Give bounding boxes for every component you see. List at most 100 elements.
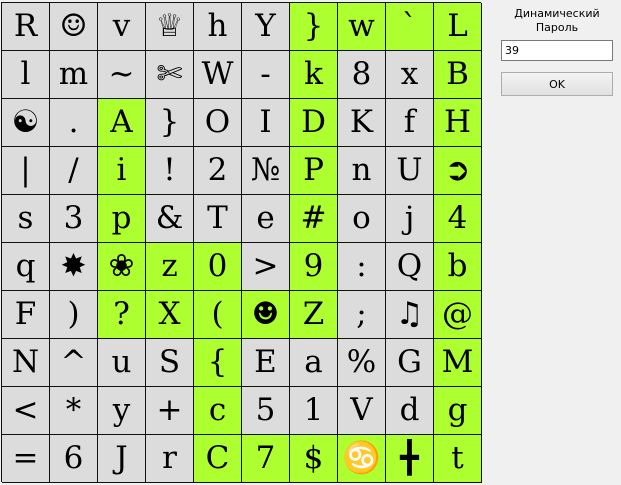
grid-cell-percent[interactable]: % [338, 339, 386, 387]
grid-cell-colon[interactable]: : [338, 243, 386, 291]
grid-cell-digit-2[interactable]: 2 [194, 147, 242, 195]
grid-cell-letter-r[interactable]: R [2, 3, 50, 51]
grid-cell-at-sign[interactable]: @ [434, 291, 482, 339]
grid-cell-digit-0[interactable]: 0 [194, 243, 242, 291]
grid-cell-letter-g[interactable]: G [386, 339, 434, 387]
grid-cell-letter-i[interactable]: I [242, 99, 290, 147]
grid-cell-slash[interactable]: / [50, 147, 98, 195]
grid-cell-letter-l[interactable]: L [434, 3, 482, 51]
grid-cell-question-mark[interactable]: ? [98, 291, 146, 339]
grid-cell-digit-6[interactable]: 6 [50, 435, 98, 483]
grid-cell-exclamation[interactable]: ! [146, 147, 194, 195]
grid-cell-letter-w-upper[interactable]: W [194, 51, 242, 99]
grid-cell-dollar[interactable]: $ [290, 435, 338, 483]
grid-cell-digit-8[interactable]: 8 [338, 51, 386, 99]
grid-cell-cancer-sign-icon[interactable]: ♋ [338, 435, 386, 483]
grid-cell-letter-m[interactable]: m [50, 51, 98, 99]
grid-cell-caret[interactable]: ^ [50, 339, 98, 387]
grid-cell-cross-icon[interactable]: ╋ [386, 435, 434, 483]
grid-cell-letter-v[interactable]: v [98, 3, 146, 51]
grid-cell-period[interactable]: . [50, 99, 98, 147]
grid-cell-letter-y[interactable]: Y [242, 3, 290, 51]
grid-cell-flower-icon[interactable]: ❀ [98, 243, 146, 291]
grid-cell-pipe[interactable]: | [2, 147, 50, 195]
grid-cell-right-brace[interactable]: } [290, 3, 338, 51]
grid-cell-letter-u[interactable]: U [386, 147, 434, 195]
grid-cell-letter-n[interactable]: n [338, 147, 386, 195]
grid-cell-black-smiley-icon[interactable]: ☻ [242, 291, 290, 339]
grid-cell-letter-t[interactable]: T [194, 195, 242, 243]
grid-cell-letter-r-lower[interactable]: r [146, 435, 194, 483]
grid-cell-letter-q[interactable]: q [2, 243, 50, 291]
grid-cell-letter-k[interactable]: k [290, 51, 338, 99]
grid-cell-letter-d-lower[interactable]: d [386, 387, 434, 435]
grid-cell-digit-4[interactable]: 4 [434, 195, 482, 243]
grid-cell-letter-c[interactable]: c [194, 387, 242, 435]
grid-cell-letter-o-lower[interactable]: o [338, 195, 386, 243]
grid-cell-hash[interactable]: # [290, 195, 338, 243]
grid-cell-letter-x-upper[interactable]: X [146, 291, 194, 339]
grid-cell-digit-9[interactable]: 9 [290, 243, 338, 291]
grid-cell-asterisk[interactable]: * [50, 387, 98, 435]
grid-cell-letter-z[interactable]: z [146, 243, 194, 291]
grid-cell-letter-g-lower[interactable]: g [434, 387, 482, 435]
grid-cell-letter-f[interactable]: f [386, 99, 434, 147]
grid-cell-letter-i-lower[interactable]: i [98, 147, 146, 195]
grid-cell-less-than[interactable]: < [2, 387, 50, 435]
grid-cell-letter-t-lower[interactable]: t [434, 435, 482, 483]
grid-cell-semicolon[interactable]: ; [338, 291, 386, 339]
grid-cell-letter-e-upper[interactable]: E [242, 339, 290, 387]
grid-cell-music-note-icon[interactable]: ♫ [386, 291, 434, 339]
grid-cell-letter-e[interactable]: e [242, 195, 290, 243]
grid-cell-equals[interactable]: = [2, 435, 50, 483]
grid-cell-letter-p-lower[interactable]: p [98, 195, 146, 243]
grid-cell-digit-1[interactable]: 1 [290, 387, 338, 435]
grid-cell-tilde[interactable]: ~ [98, 51, 146, 99]
grid-cell-letter-u-lower[interactable]: u [98, 339, 146, 387]
grid-cell-greater-than[interactable]: > [242, 243, 290, 291]
grid-cell-letter-a[interactable]: A [98, 99, 146, 147]
grid-cell-letter-c-upper[interactable]: C [194, 435, 242, 483]
grid-cell-arrow-circle-icon[interactable]: ➲ [434, 147, 482, 195]
grid-cell-letter-b-lower[interactable]: b [434, 243, 482, 291]
grid-cell-digit-7[interactable]: 7 [242, 435, 290, 483]
grid-cell-letter-k-upper[interactable]: K [338, 99, 386, 147]
grid-cell-plus[interactable]: + [146, 387, 194, 435]
grid-cell-letter-b[interactable]: B [434, 51, 482, 99]
grid-cell-smiley-icon[interactable]: ☺ [50, 3, 98, 51]
grid-cell-letter-v-upper[interactable]: V [338, 387, 386, 435]
password-input[interactable] [501, 40, 613, 61]
grid-cell-left-brace[interactable]: { [194, 339, 242, 387]
grid-cell-backtick[interactable]: ` [386, 3, 434, 51]
grid-cell-letter-o[interactable]: O [194, 99, 242, 147]
grid-cell-letter-s-upper[interactable]: S [146, 339, 194, 387]
grid-cell-crown-icon[interactable]: ♕ [146, 3, 194, 51]
grid-cell-letter-s[interactable]: s [2, 195, 50, 243]
grid-cell-letter-a-lower[interactable]: a [290, 339, 338, 387]
ok-button[interactable]: OK [501, 72, 613, 96]
grid-cell-hyphen[interactable]: - [242, 51, 290, 99]
grid-cell-digit-5[interactable]: 5 [242, 387, 290, 435]
grid-cell-star-burst-icon[interactable]: ✸ [50, 243, 98, 291]
grid-cell-letter-n-upper[interactable]: N [2, 339, 50, 387]
grid-cell-numero-sign[interactable]: № [242, 147, 290, 195]
grid-cell-letter-y-lower[interactable]: y [98, 387, 146, 435]
grid-cell-letter-j[interactable]: j [386, 195, 434, 243]
grid-cell-yin-yang-icon[interactable]: ☯ [2, 99, 50, 147]
grid-cell-letter-m-upper[interactable]: M [434, 339, 482, 387]
grid-cell-letter-x[interactable]: x [386, 51, 434, 99]
grid-cell-letter-p[interactable]: P [290, 147, 338, 195]
grid-cell-right-paren[interactable]: ) [50, 291, 98, 339]
grid-cell-scissors-icon[interactable]: ✄ [146, 51, 194, 99]
grid-cell-digit-3[interactable]: 3 [50, 195, 98, 243]
grid-cell-letter-j-upper[interactable]: J [98, 435, 146, 483]
grid-cell-letter-l-lower[interactable]: l [2, 51, 50, 99]
grid-cell-letter-f-upper[interactable]: F [2, 291, 50, 339]
grid-cell-ampersand[interactable]: & [146, 195, 194, 243]
grid-cell-left-paren[interactable]: ( [194, 291, 242, 339]
grid-cell-letter-z-upper[interactable]: Z [290, 291, 338, 339]
grid-cell-right-brace-2[interactable]: } [146, 99, 194, 147]
grid-cell-letter-d[interactable]: D [290, 99, 338, 147]
grid-cell-letter-w[interactable]: w [338, 3, 386, 51]
grid-cell-letter-q-upper[interactable]: Q [386, 243, 434, 291]
